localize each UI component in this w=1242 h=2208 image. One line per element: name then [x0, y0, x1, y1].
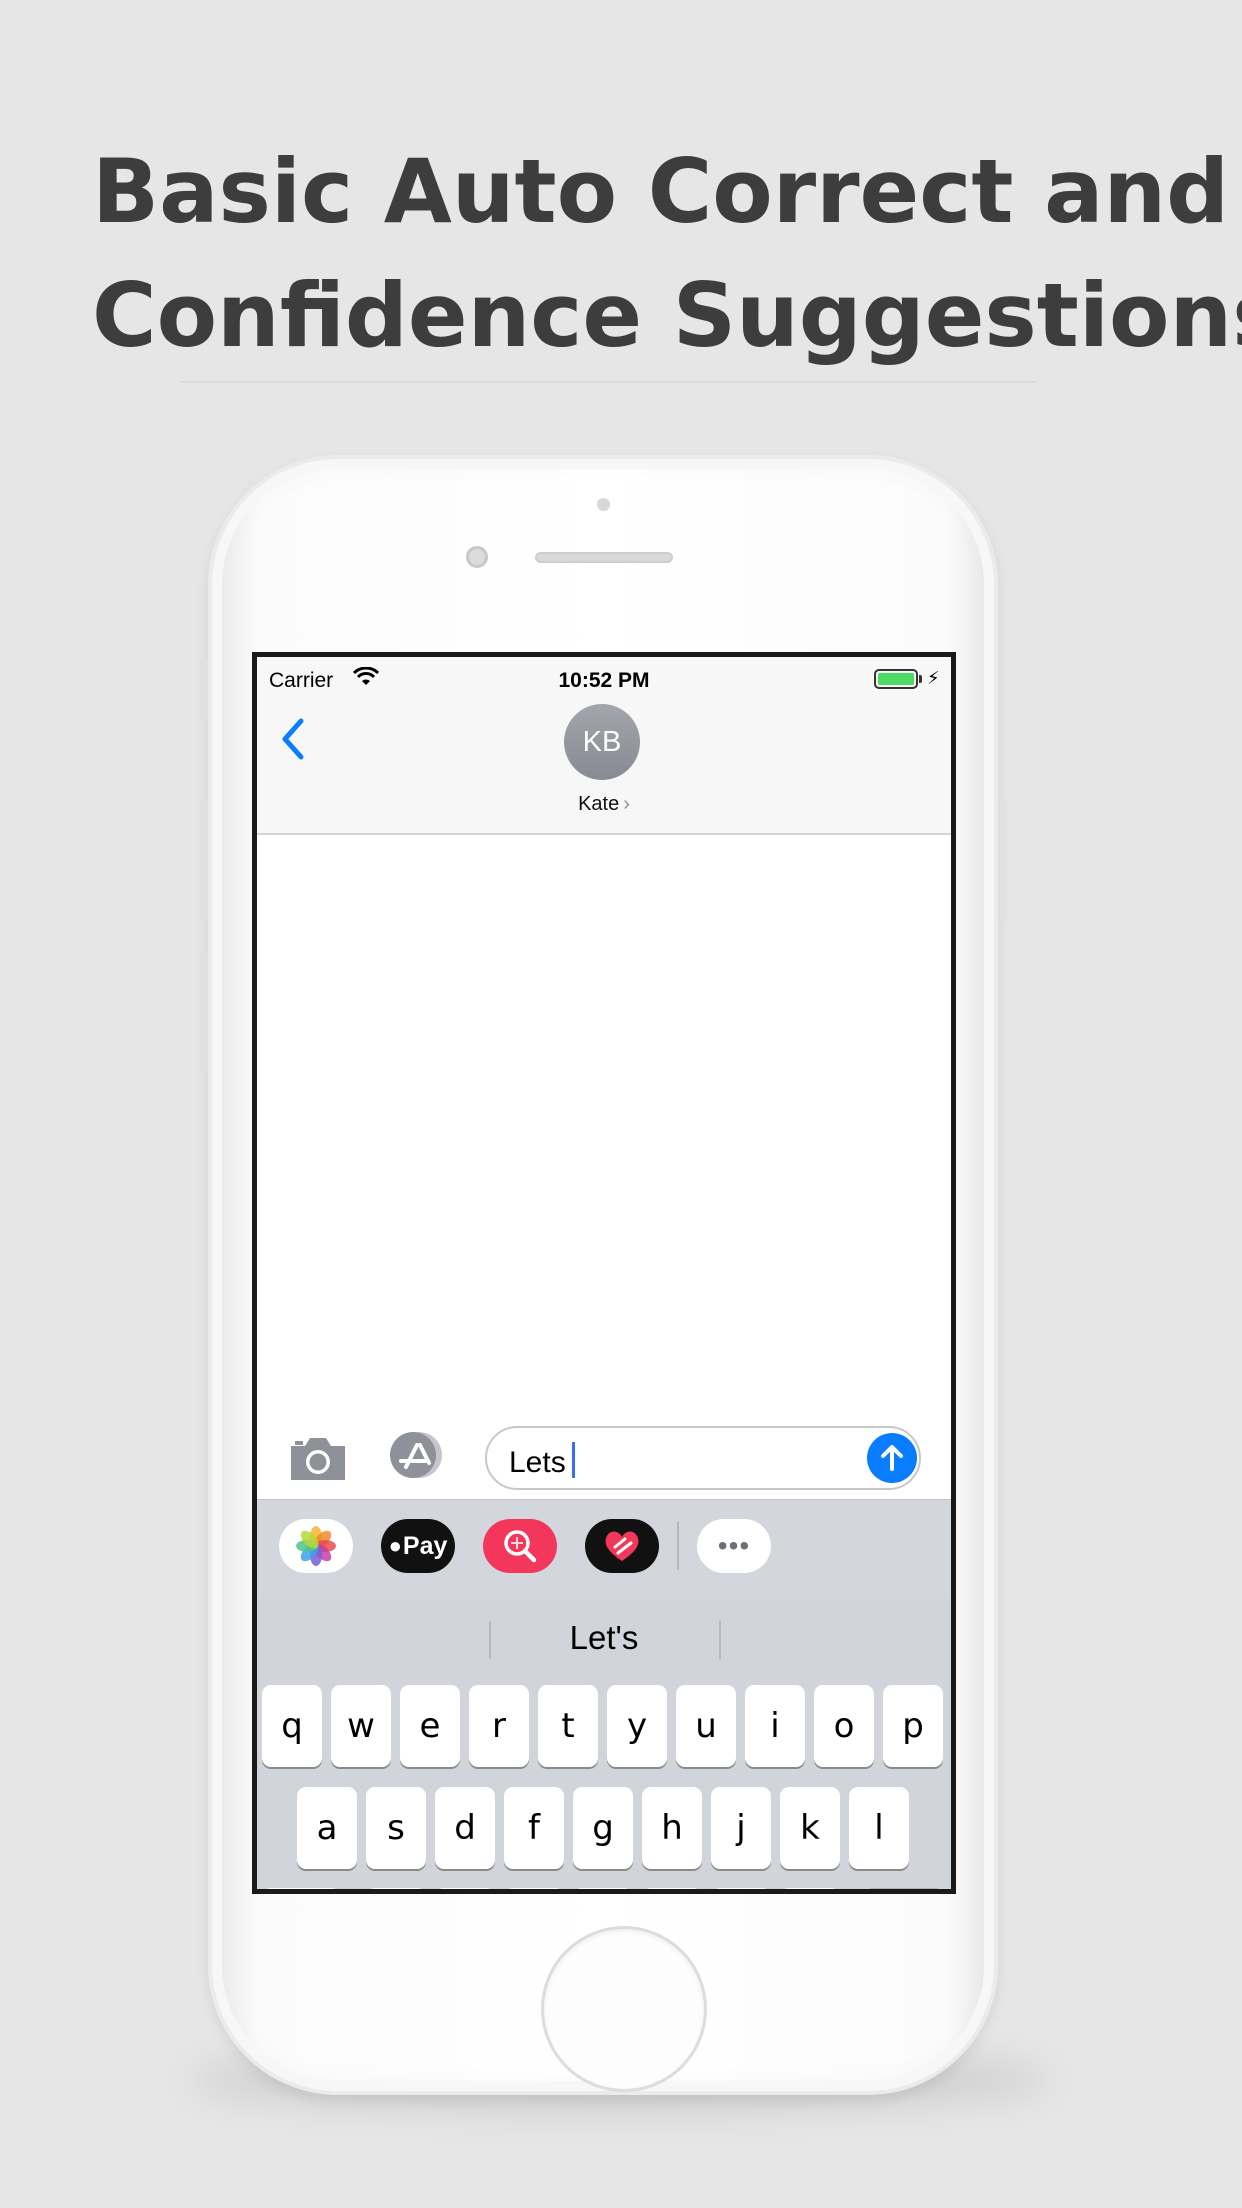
- key-m[interactable]: m: [780, 1888, 840, 1889]
- battery-cap: [919, 675, 922, 683]
- message-input[interactable]: Lets: [485, 1426, 921, 1490]
- key-g[interactable]: g: [573, 1787, 633, 1869]
- charging-bolt-icon: ⚡: [927, 668, 940, 688]
- headline-line-2: Confidence Suggestions: [92, 264, 1242, 367]
- key-n[interactable]: n: [711, 1888, 771, 1889]
- key-z[interactable]: z: [366, 1888, 426, 1889]
- headline-line-1: Basic Auto Correct and: [92, 140, 1230, 243]
- key-s[interactable]: s: [366, 1787, 426, 1869]
- more-apps-label: •••: [717, 1530, 751, 1561]
- home-button[interactable]: [541, 1926, 707, 2092]
- app-store-icon[interactable]: [385, 1429, 449, 1481]
- web-search-app-icon[interactable]: [483, 1519, 557, 1573]
- key-q[interactable]: q: [262, 1685, 322, 1767]
- headline-divider: [180, 381, 1036, 383]
- conversation-header: KB Kate ›: [257, 699, 951, 835]
- apple-pay-label: Pay: [402, 1531, 448, 1560]
- compose-bar: Lets: [257, 1419, 951, 1499]
- phone-screen: Carrier 10:52 PM ⚡ KB Kate › Lets ● Pay …: [252, 652, 956, 1894]
- apple-pay-app-icon[interactable]: ● Pay: [381, 1519, 455, 1573]
- status-bar: Carrier 10:52 PM ⚡: [257, 657, 951, 699]
- message-input-text: Lets: [509, 1446, 566, 1479]
- prediction-center[interactable]: Let's: [491, 1619, 717, 1657]
- key-f[interactable]: f: [504, 1787, 564, 1869]
- key-c[interactable]: c: [504, 1888, 564, 1889]
- contact-name-row[interactable]: Kate ›: [257, 793, 951, 816]
- key-i[interactable]: i: [745, 1685, 805, 1767]
- photos-app-icon[interactable]: [279, 1519, 353, 1573]
- key-j[interactable]: j: [711, 1787, 771, 1869]
- key-d[interactable]: d: [435, 1787, 495, 1869]
- contact-name: Kate: [578, 793, 620, 815]
- key-v[interactable]: v: [573, 1888, 633, 1889]
- camera-icon[interactable]: [287, 1432, 349, 1484]
- mute-switch: [200, 660, 208, 722]
- more-apps-icon[interactable]: •••: [697, 1519, 771, 1573]
- key-k[interactable]: k: [780, 1787, 840, 1869]
- key-t[interactable]: t: [538, 1685, 598, 1767]
- key-r[interactable]: r: [469, 1685, 529, 1767]
- key-o[interactable]: o: [814, 1685, 874, 1767]
- status-time: 10:52 PM: [558, 669, 650, 692]
- battery-icon: [874, 669, 918, 689]
- key-w[interactable]: w: [331, 1685, 391, 1767]
- headline: Basic Auto Correct and Confidence Sugges…: [92, 130, 1242, 378]
- prediction-separator-right: [719, 1621, 721, 1659]
- key-b[interactable]: b: [642, 1888, 702, 1889]
- shift-icon[interactable]: [262, 1888, 340, 1889]
- key-p[interactable]: p: [883, 1685, 943, 1767]
- predictive-bar: Let's: [257, 1599, 951, 1679]
- imessage-app-drawer: ● Pay •••: [257, 1499, 951, 1599]
- message-thread: [257, 837, 951, 1419]
- earpiece-speaker: [535, 552, 673, 563]
- volume-down-button: [200, 950, 208, 1072]
- text-caret: [571, 1442, 575, 1478]
- key-y[interactable]: y: [607, 1685, 667, 1767]
- key-e[interactable]: e: [400, 1685, 460, 1767]
- drawer-separator: [677, 1522, 679, 1570]
- front-camera: [466, 546, 488, 568]
- key-l[interactable]: l: [849, 1787, 909, 1869]
- arrow-up-icon[interactable]: [867, 1433, 917, 1483]
- digital-touch-app-icon[interactable]: [585, 1519, 659, 1573]
- chevron-right-icon: ›: [623, 793, 630, 815]
- chevron-left-icon[interactable]: [279, 717, 307, 766]
- key-h[interactable]: h: [642, 1787, 702, 1869]
- power-button: [998, 800, 1006, 922]
- key-u[interactable]: u: [676, 1685, 736, 1767]
- contact-avatar[interactable]: KB: [564, 704, 640, 780]
- proximity-sensor: [597, 498, 610, 511]
- key-x[interactable]: x: [435, 1888, 495, 1889]
- delete-icon[interactable]: [864, 1888, 944, 1889]
- volume-up-button: [200, 800, 208, 922]
- key-a[interactable]: a: [297, 1787, 357, 1869]
